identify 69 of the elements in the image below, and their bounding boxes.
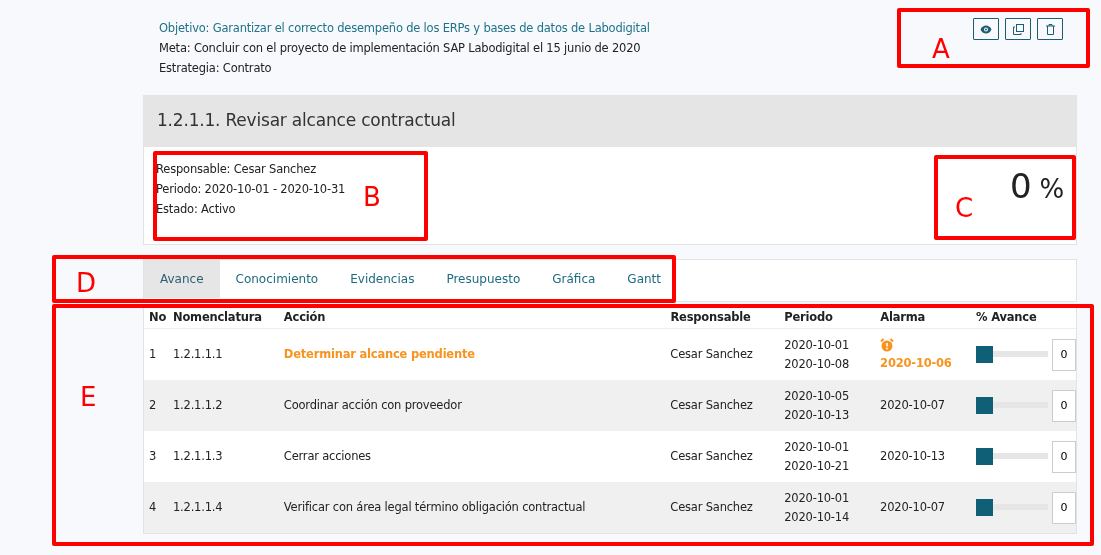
goal-text: Meta: Concluir con el proyecto de implementación SAP Labodigital el 15 junio de 2020 <box>159 40 641 57</box>
table-cell-text: 1.2.1.1.4 <box>172 498 224 516</box>
table-cell-text: 1.2.1.1.3 <box>172 447 224 465</box>
annotation-label: D <box>76 270 96 296</box>
alarm-date: 2020-10-07 <box>880 397 946 414</box>
table-cell-text: Cerrar acciones <box>283 447 372 465</box>
tab[interactable]: Presupuesto <box>430 260 537 298</box>
progress-input[interactable]: 0 <box>1052 491 1076 524</box>
annotation-label: E <box>80 384 97 410</box>
table-cell-text: Cesar Sanchez <box>670 447 754 465</box>
slider-thumb[interactable] <box>976 397 993 414</box>
delete-button[interactable] <box>1037 18 1063 40</box>
table-cell-text: 1.2.1.1.2 <box>172 396 224 414</box>
annotation-label: B <box>363 184 381 210</box>
tab[interactable]: Conocimiento <box>219 260 335 298</box>
progress-input[interactable]: 0 <box>1052 440 1076 473</box>
column-header: Responsable <box>670 309 752 327</box>
date-text: 2020-10-01 <box>784 489 851 507</box>
annotation-label: A <box>932 36 950 62</box>
table-cell-text: Coordinar acción con proveedor <box>283 396 463 414</box>
trash-icon <box>1045 23 1055 35</box>
table-cell-text: 1 <box>148 345 158 363</box>
date-text: 2020-10-14 <box>784 508 851 526</box>
detail-text: Responsable: Cesar Sanchez <box>156 161 317 178</box>
column-header: Alarma <box>880 309 926 327</box>
alarm-date: 2020-10-13 <box>880 448 946 465</box>
table-cell-text: Determinar alcance pendiente <box>283 345 476 363</box>
percent-sign: % <box>1039 174 1064 204</box>
task-title: 1.2.1.1. Revisar alcance contractual <box>157 109 456 133</box>
slider-thumb[interactable] <box>976 346 993 363</box>
percent-value: 0 <box>1010 166 1032 206</box>
table-cell-text: 2 <box>148 396 158 414</box>
detail-text: Estado: Activo <box>156 201 237 218</box>
view-button[interactable] <box>973 18 999 40</box>
table-cell-text: 3 <box>148 447 158 465</box>
tab[interactable]: Avance <box>144 260 220 298</box>
annotation-label: C <box>955 195 973 221</box>
table-cell-text: Cesar Sanchez <box>670 396 754 414</box>
table-cell-text: 1.2.1.1.1 <box>172 345 224 363</box>
table-cell-text: Cesar Sanchez <box>670 345 754 363</box>
copy-icon <box>1012 23 1024 35</box>
slider-thumb[interactable] <box>976 448 993 465</box>
tab[interactable]: Gantt <box>611 260 677 298</box>
table-cell-text: Verificar con área legal término obligación contractual <box>283 498 587 516</box>
date-text: 2020-10-08 <box>784 355 851 373</box>
tab[interactable]: Evidencias <box>334 260 431 298</box>
column-header: Acción <box>283 309 327 327</box>
slider-thumb[interactable] <box>976 499 993 516</box>
column-header: Periodo <box>784 309 834 327</box>
eye-icon <box>980 24 992 34</box>
date-text: 2020-10-05 <box>784 387 851 405</box>
progress-input[interactable]: 0 <box>1052 389 1076 422</box>
alarm-date: 2020-10-07 <box>880 499 946 516</box>
column-header: % Avance <box>976 309 1038 327</box>
column-header: Nomenclatura <box>172 309 263 327</box>
date-text: 2020-10-01 <box>784 438 851 456</box>
date-text: 2020-10-13 <box>784 406 851 424</box>
table-cell-text: Cesar Sanchez <box>670 498 754 516</box>
date-text: 2020-10-21 <box>784 457 851 475</box>
copy-button[interactable] <box>1005 18 1031 40</box>
alarm-date: 2020-10-06 <box>880 354 953 372</box>
column-header: No <box>148 309 168 327</box>
objective-text: Objetivo: Garantizar el correcto desempeño de los ERPs y bases de datos de Labodigital <box>159 20 650 37</box>
tab[interactable]: Gráfica <box>536 260 612 298</box>
strategy-text: Estrategia: Contrato <box>159 60 272 77</box>
detail-text: Periodo: 2020-10-01 - 2020-10-31 <box>156 181 346 198</box>
date-text: 2020-10-01 <box>784 336 851 354</box>
progress-input[interactable]: 0 <box>1052 338 1076 371</box>
table-cell-text: 4 <box>148 498 158 516</box>
